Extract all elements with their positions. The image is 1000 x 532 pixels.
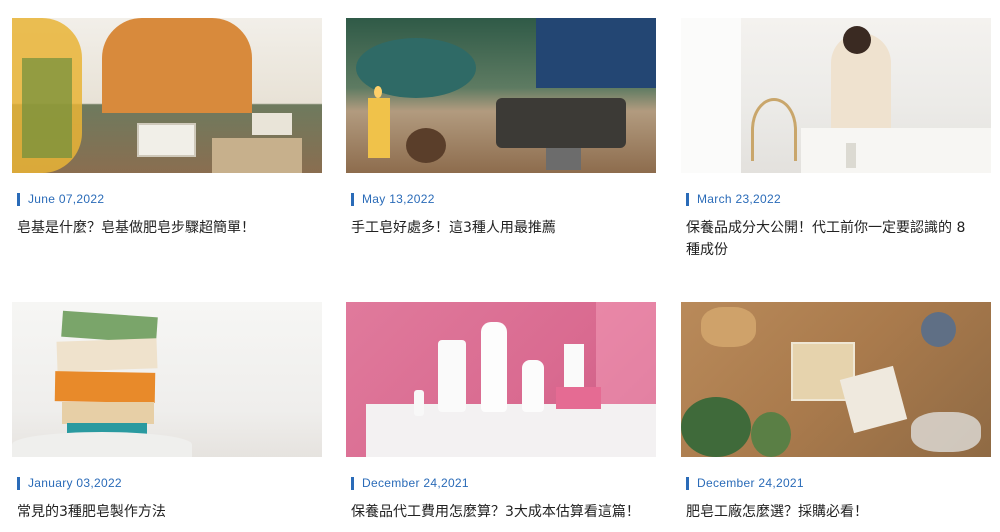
post-date: December 24,2021 [697, 476, 804, 490]
post-card[interactable]: December 24,2021 保養品代工費用怎麼算？3大成本估算看這篇！ [346, 302, 656, 523]
post-title-link[interactable]: 保養品成分大公開！代工前你一定要認識的 8 種成份 [686, 217, 991, 261]
post-title-link[interactable]: 肥皂工廠怎麼選？採購必看！ [686, 501, 991, 523]
post-card[interactable]: March 23,2022 保養品成分大公開！代工前你一定要認識的 8 種成份 [681, 18, 991, 261]
post-card[interactable]: May 13,2022 手工皂好處多！這3種人用最推薦 [346, 18, 656, 239]
post-date: June 07,2022 [28, 192, 105, 206]
post-title-link[interactable]: 常見的3種肥皂製作方法 [17, 501, 322, 523]
post-thumbnail[interactable] [681, 18, 991, 173]
post-title-link[interactable]: 皂基是什麼？皂基做肥皂步驟超簡單！ [17, 217, 322, 239]
post-thumbnail[interactable] [681, 302, 991, 457]
date-marker [351, 476, 354, 490]
post-date: December 24,2021 [362, 476, 469, 490]
post-date: May 13,2022 [362, 192, 435, 206]
date-marker [351, 192, 354, 206]
post-date: March 23,2022 [697, 192, 781, 206]
date-marker [686, 476, 689, 490]
post-thumbnail[interactable] [12, 302, 322, 457]
post-title-link[interactable]: 手工皂好處多！這3種人用最推薦 [351, 217, 656, 239]
post-card[interactable]: January 03,2022 常見的3種肥皂製作方法 [12, 302, 322, 523]
date-marker [686, 192, 689, 206]
post-thumbnail[interactable] [346, 302, 656, 457]
post-thumbnail[interactable] [346, 18, 656, 173]
date-marker [17, 192, 20, 206]
post-card[interactable]: June 07,2022 皂基是什麼？皂基做肥皂步驟超簡單！ [12, 18, 322, 239]
post-title-link[interactable]: 保養品代工費用怎麼算？3大成本估算看這篇！ [351, 501, 656, 523]
post-thumbnail[interactable] [12, 18, 322, 173]
post-card[interactable]: December 24,2021 肥皂工廠怎麼選？採購必看！ [681, 302, 991, 523]
post-date: January 03,2022 [28, 476, 122, 490]
date-marker [17, 476, 20, 490]
